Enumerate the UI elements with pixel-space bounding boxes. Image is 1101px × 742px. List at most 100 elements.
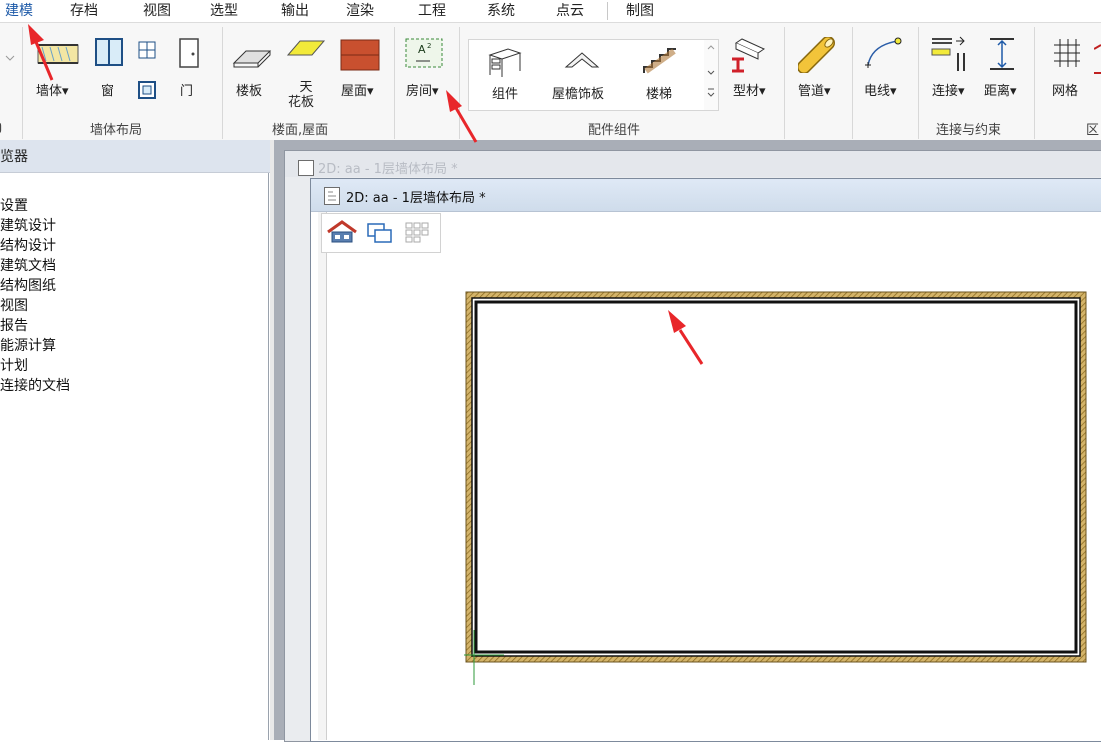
dropdown-caret-icon: ▾ [432,84,439,99]
tab-select[interactable]: 选型 [204,0,244,22]
roof-label: 屋面 [341,84,368,99]
tree-item-struct-drawings[interactable]: 结构图纸 [0,275,56,295]
stair-icon[interactable] [640,43,680,77]
roof-button[interactable]: 屋面▾ [341,80,374,99]
ceiling-label-line1: 天 [299,80,313,95]
room-label: 房间 [406,84,433,99]
window-icon[interactable] [94,37,124,67]
dropdown-caret-icon: ▾ [890,84,897,99]
tree-item-energy[interactable]: 能源计算 [0,335,56,355]
document-2d-icon [324,187,340,205]
profile-label: 型材 [733,84,760,99]
ceiling-icon[interactable] [286,37,326,63]
browser-panel-title: 览器 [0,149,28,165]
ceiling-button[interactable]: 天 花板 [288,80,314,110]
tab-output[interactable]: 输出 [275,0,315,22]
tab-drawing[interactable]: 制图 [620,0,660,22]
slab-button[interactable]: 楼板 [236,80,262,99]
tab-modeling[interactable]: 建模 [0,0,38,22]
document-icon [298,160,314,176]
cascade-windows-icon[interactable] [366,222,394,244]
tab-separator [607,2,608,20]
dropdown-caret-icon: ▾ [759,84,766,99]
dropdown-arrow-icon[interactable] [4,53,16,63]
group-separator [459,27,460,139]
room-button[interactable]: 房间▾ [406,80,439,99]
grid-icon[interactable] [1050,37,1084,71]
component-icon[interactable] [486,45,524,79]
group-separator [222,27,223,139]
tree-item-views[interactable]: 视图 [0,295,28,315]
window-button[interactable]: 窗 [101,80,114,99]
roof-icon[interactable] [340,39,380,71]
dropdown-caret-icon: ▾ [62,84,69,99]
eave-trim-icon[interactable] [562,47,602,75]
group-label-floor-roof: 楼面,屋面 [272,123,329,138]
tree-item-structure[interactable]: 结构设计 [0,235,56,255]
pipe-icon[interactable] [798,37,838,73]
group-label-wall-layout: 墙体布局 [90,123,143,138]
group-separator [852,27,853,139]
tree-item-plan[interactable]: 计划 [0,355,28,375]
wire-button[interactable]: 电线▾ [864,80,897,99]
stair-button[interactable]: 楼梯 [646,83,672,102]
wall-icon[interactable] [36,35,80,69]
profile-button[interactable]: 型材▾ [733,80,766,99]
group-label-parts: 配件组件 [588,123,641,138]
component-button[interactable]: 组件 [492,83,518,102]
wire-icon[interactable] [862,35,906,75]
distance-button[interactable]: 距离▾ [984,80,1017,99]
house-icon[interactable] [326,220,358,244]
wall-button[interactable]: 墙体▾ [36,80,69,99]
tab-system[interactable]: 系统 [481,0,521,22]
room-icon[interactable]: A 2 [404,37,444,69]
distance-icon[interactable] [986,35,1018,75]
dropdown-caret-icon: ▾ [367,84,374,99]
connect-button[interactable]: 连接▾ [932,80,965,99]
grid-button[interactable]: 网格 [1052,80,1078,99]
eave-trim-button[interactable]: 屋檐饰板 [552,83,604,102]
wire-label: 电线 [864,84,891,99]
window-frame-icon[interactable] [138,81,156,99]
distance-label: 距离 [984,84,1011,99]
dropdown-caret-icon: ▾ [958,84,965,99]
tree-item-architecture[interactable]: 建筑设计 [0,215,56,235]
window-left-frame [318,212,327,740]
menu-bar: 建模 存档 视图 选型 输出 渲染 工程 系统 点云 制图 [0,0,1101,22]
door-button[interactable]: 门 [180,80,193,99]
pipe-label: 管道 [798,84,825,99]
tree-item-linked-docs[interactable]: 连接的文档 [0,375,70,395]
slab-icon[interactable] [232,43,272,71]
tree-item-reports[interactable]: 报告 [0,315,28,335]
tab-render[interactable]: 渲染 [340,0,380,22]
group-separator [1034,27,1035,139]
dropdown-caret-icon: ▾ [1010,84,1017,99]
profile-steel-icon[interactable] [728,37,770,73]
background-window-title: 2D: aa - 1层墙体布局 * [318,162,458,177]
tile-windows-icon[interactable] [404,221,430,243]
group-separator [918,27,919,139]
door-icon[interactable] [178,37,200,69]
tree-item-arch-docs[interactable]: 建筑文档 [0,255,56,275]
tab-pointcloud[interactable]: 点云 [550,0,590,22]
tab-view[interactable]: 视图 [137,0,177,22]
group-label-connect-constraint: 连接与约束 [936,123,1002,138]
tree-item-settings[interactable]: 设置 [0,195,28,215]
group-separator [394,27,395,139]
ribbon: 墙体▾ 窗 门 墙体布局 楼板 天 花板 屋面▾ 楼面,屋面 A 2 房间▾ 组… [0,22,1101,142]
tab-archive[interactable]: 存档 [64,0,104,22]
connect-label: 连接 [932,84,959,99]
partial-tool-icon[interactable] [1094,43,1101,83]
window-grid-icon[interactable] [138,41,156,59]
dropdown-caret-icon: ▾ [824,84,831,99]
svg-text:A: A [418,43,426,56]
pipe-button[interactable]: 管道▾ [798,80,831,99]
gallery-scroll-arrows-icon[interactable] [706,43,716,103]
group-separator [784,27,785,139]
floor-plan-canvas[interactable] [464,290,1088,690]
connect-icon[interactable] [930,35,970,75]
tab-project[interactable]: 工程 [412,0,452,22]
wall-label: 墙体 [36,84,63,99]
wall-band-inner [474,300,1078,654]
svg-text:2: 2 [427,42,431,50]
